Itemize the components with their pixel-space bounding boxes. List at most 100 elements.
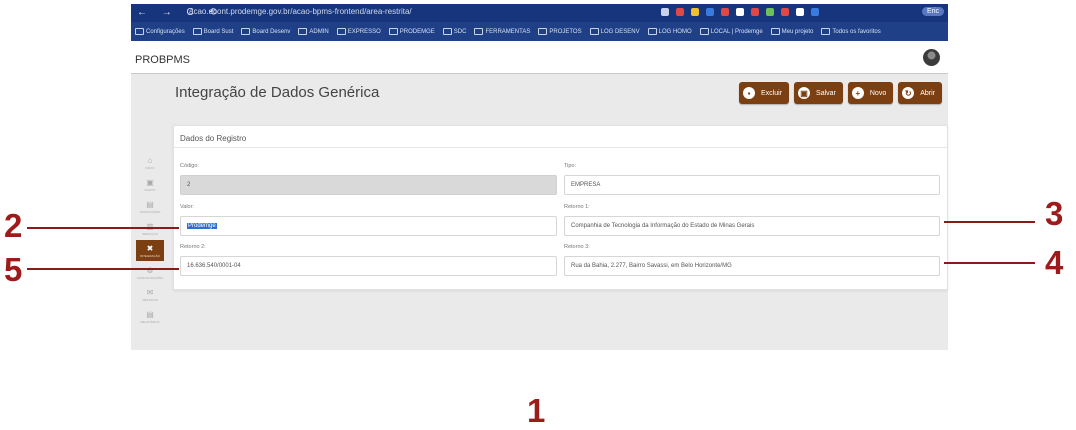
sidebar-item-label: RELATÓRIOS <box>140 319 160 324</box>
extension-icon[interactable] <box>751 8 759 16</box>
bookmark-item[interactable]: PROJETOS <box>538 28 582 36</box>
delete-button[interactable]: ▪ Excluir <box>739 82 790 104</box>
sidebar-icon: ⌂ <box>147 155 153 165</box>
extension-icon[interactable] <box>691 8 699 16</box>
address-row: ← → C ⟲ acao.dcont.prodemge.gov.br/acao-… <box>131 4 948 22</box>
retorno2-field[interactable]: 16.636.540/0001-04 <box>180 256 557 276</box>
folder-icon <box>699 28 709 36</box>
bookmark-item[interactable]: ADMIN <box>298 28 329 36</box>
record-card: Dados do Registro Código: 2 Tipo: EMPRES… <box>173 125 948 290</box>
sidebar-item-1[interactable]: ▣ DADOS <box>136 174 164 195</box>
page-title: Integração de Dados Genérica <box>175 84 380 101</box>
bookmark-label: LOG HOMO <box>658 29 692 36</box>
sidebar-item-label: CONFIGURAÇÕES <box>136 275 164 280</box>
app-brand[interactable]: PROBPMS <box>135 54 190 66</box>
sidebar-item-label: MÉTRICAS <box>142 297 158 302</box>
bookmark-label: FERRAMENTAS <box>485 29 531 36</box>
bookmark-label: PROJETOS <box>549 29 582 36</box>
folder-icon <box>589 28 599 36</box>
new-button-label: Novo <box>869 89 887 97</box>
sidebar-item-2[interactable]: ▤ TRANSAÇÕES <box>136 196 164 217</box>
section-title: Dados do Registro <box>180 134 247 143</box>
open-button[interactable]: ↻ Abrir <box>898 82 942 104</box>
folder-icon <box>538 28 548 36</box>
bookmark-label: Todos os favoritos <box>832 29 881 36</box>
bookmark-label: Board Sust <box>203 29 234 36</box>
bookmark-label: EXPRESSO <box>347 29 381 36</box>
sidebar-item-5[interactable]: ⚙ CONFIGURAÇÕES <box>136 262 164 283</box>
retorno1-label: Retorno 1: <box>564 204 590 210</box>
bookmark-item[interactable]: SDC <box>442 28 467 36</box>
retorno2-label: Retorno 2: <box>180 244 206 250</box>
bookmark-label: SDC <box>453 29 467 36</box>
save-button[interactable]: ▣ Salvar <box>794 82 843 104</box>
folder-icon <box>770 28 780 36</box>
extension-icon[interactable] <box>766 8 774 16</box>
profile-button[interactable]: Eric <box>921 7 944 16</box>
sidebar-icon: ▤ <box>146 199 154 209</box>
sidebar-item-0[interactable]: ⌂ INÍCIO <box>136 152 164 173</box>
bookmark-item[interactable]: EXPRESSO <box>336 28 381 36</box>
sidebar: ⌂ INÍCIO ▣ DADOS ▤ TRANSAÇÕES ▥ SERVIÇOS ✖ INTEGR… <box>136 152 164 328</box>
sidebar-icon: ✖ <box>146 243 154 253</box>
extension-icon[interactable] <box>811 8 819 16</box>
folder-icon <box>388 28 398 36</box>
refresh-icon: ↻ <box>902 87 915 99</box>
sidebar-item-label: SERVIÇOS <box>142 231 158 236</box>
bookmark-label: Board Desenv <box>252 29 291 36</box>
bookmark-label: PRODEMGE <box>399 29 435 36</box>
callout-number-5: 5 <box>4 251 23 288</box>
browser-chrome: ← → C ⟲ acao.dcont.prodemge.gov.br/acao-… <box>131 4 948 41</box>
callout-number-3: 3 <box>1045 195 1064 232</box>
bookmark-item[interactable]: LOG HOMO <box>647 28 692 36</box>
bookmark-item[interactable]: Todos os favoritos <box>821 28 881 36</box>
bookmark-item[interactable]: FERRAMENTAS <box>474 28 531 36</box>
extension-icon[interactable] <box>721 8 729 16</box>
extension-icon[interactable] <box>796 8 804 16</box>
codigo-field: 2 <box>180 175 557 195</box>
retorno1-field[interactable]: Companhia de Tecnologia da Informação do… <box>564 216 940 236</box>
app-header: PROBPMS <box>131 43 948 74</box>
folder-icon <box>298 28 308 36</box>
sidebar-icon: ▥ <box>146 221 154 231</box>
sidebar-item-4[interactable]: ✖ INTEGRAÇÃO <box>136 240 164 261</box>
floppy-icon: ▣ <box>798 87 811 99</box>
bookmark-item[interactable]: Configurações <box>135 28 185 36</box>
bookmark-label: LOG DESENV <box>600 29 640 36</box>
folder-icon <box>336 28 346 36</box>
callout-line-2 <box>27 227 179 229</box>
extension-icon[interactable] <box>676 8 684 16</box>
retorno3-label: Retorno 3: <box>564 244 590 250</box>
divider <box>174 147 947 148</box>
callout-number-4: 4 <box>1045 244 1064 281</box>
folder-icon <box>442 28 452 36</box>
sidebar-icon: ▣ <box>146 177 154 187</box>
extension-icon[interactable] <box>736 8 744 16</box>
folder-icon <box>647 28 657 36</box>
bookmark-item[interactable]: Board Desenv <box>241 28 291 36</box>
folder-icon <box>474 28 484 36</box>
valor-field[interactable]: Prodemge <box>180 216 557 236</box>
user-avatar[interactable] <box>923 49 940 66</box>
extension-icon[interactable] <box>781 8 789 16</box>
tipo-field[interactable]: EMPRESA <box>564 175 940 195</box>
bookmark-item[interactable]: PRODEMGE <box>388 28 435 36</box>
open-button-label: Abrir <box>920 89 935 97</box>
bookmark-item[interactable]: Board Sust <box>192 28 234 36</box>
extension-tray <box>661 8 819 16</box>
sidebar-item-6[interactable]: ✉ MÉTRICAS <box>136 284 164 305</box>
new-button[interactable]: + Novo <box>847 82 894 104</box>
bookmark-item[interactable]: LOG DESENV <box>589 28 640 36</box>
bookmark-label: ADMIN <box>309 29 329 36</box>
plus-icon: + <box>851 87 864 99</box>
delete-button-label: Excluir <box>761 89 783 97</box>
sidebar-item-7[interactable]: ▤ RELATÓRIOS <box>136 306 164 327</box>
trash-icon: ▪ <box>743 87 756 99</box>
callout-line-5 <box>27 268 179 270</box>
bookmark-item[interactable]: LOCAL | Prodemge <box>699 28 763 36</box>
extension-icon[interactable] <box>706 8 714 16</box>
extension-icon[interactable] <box>661 8 669 16</box>
retorno3-field[interactable]: Rua da Bahia, 2.277, Bairro Savassi, em … <box>564 256 940 276</box>
url-bar[interactable]: acao.dcont.prodemge.gov.br/acao-bpms-fro… <box>189 7 412 16</box>
bookmark-item[interactable]: Meu projeto <box>770 28 813 36</box>
